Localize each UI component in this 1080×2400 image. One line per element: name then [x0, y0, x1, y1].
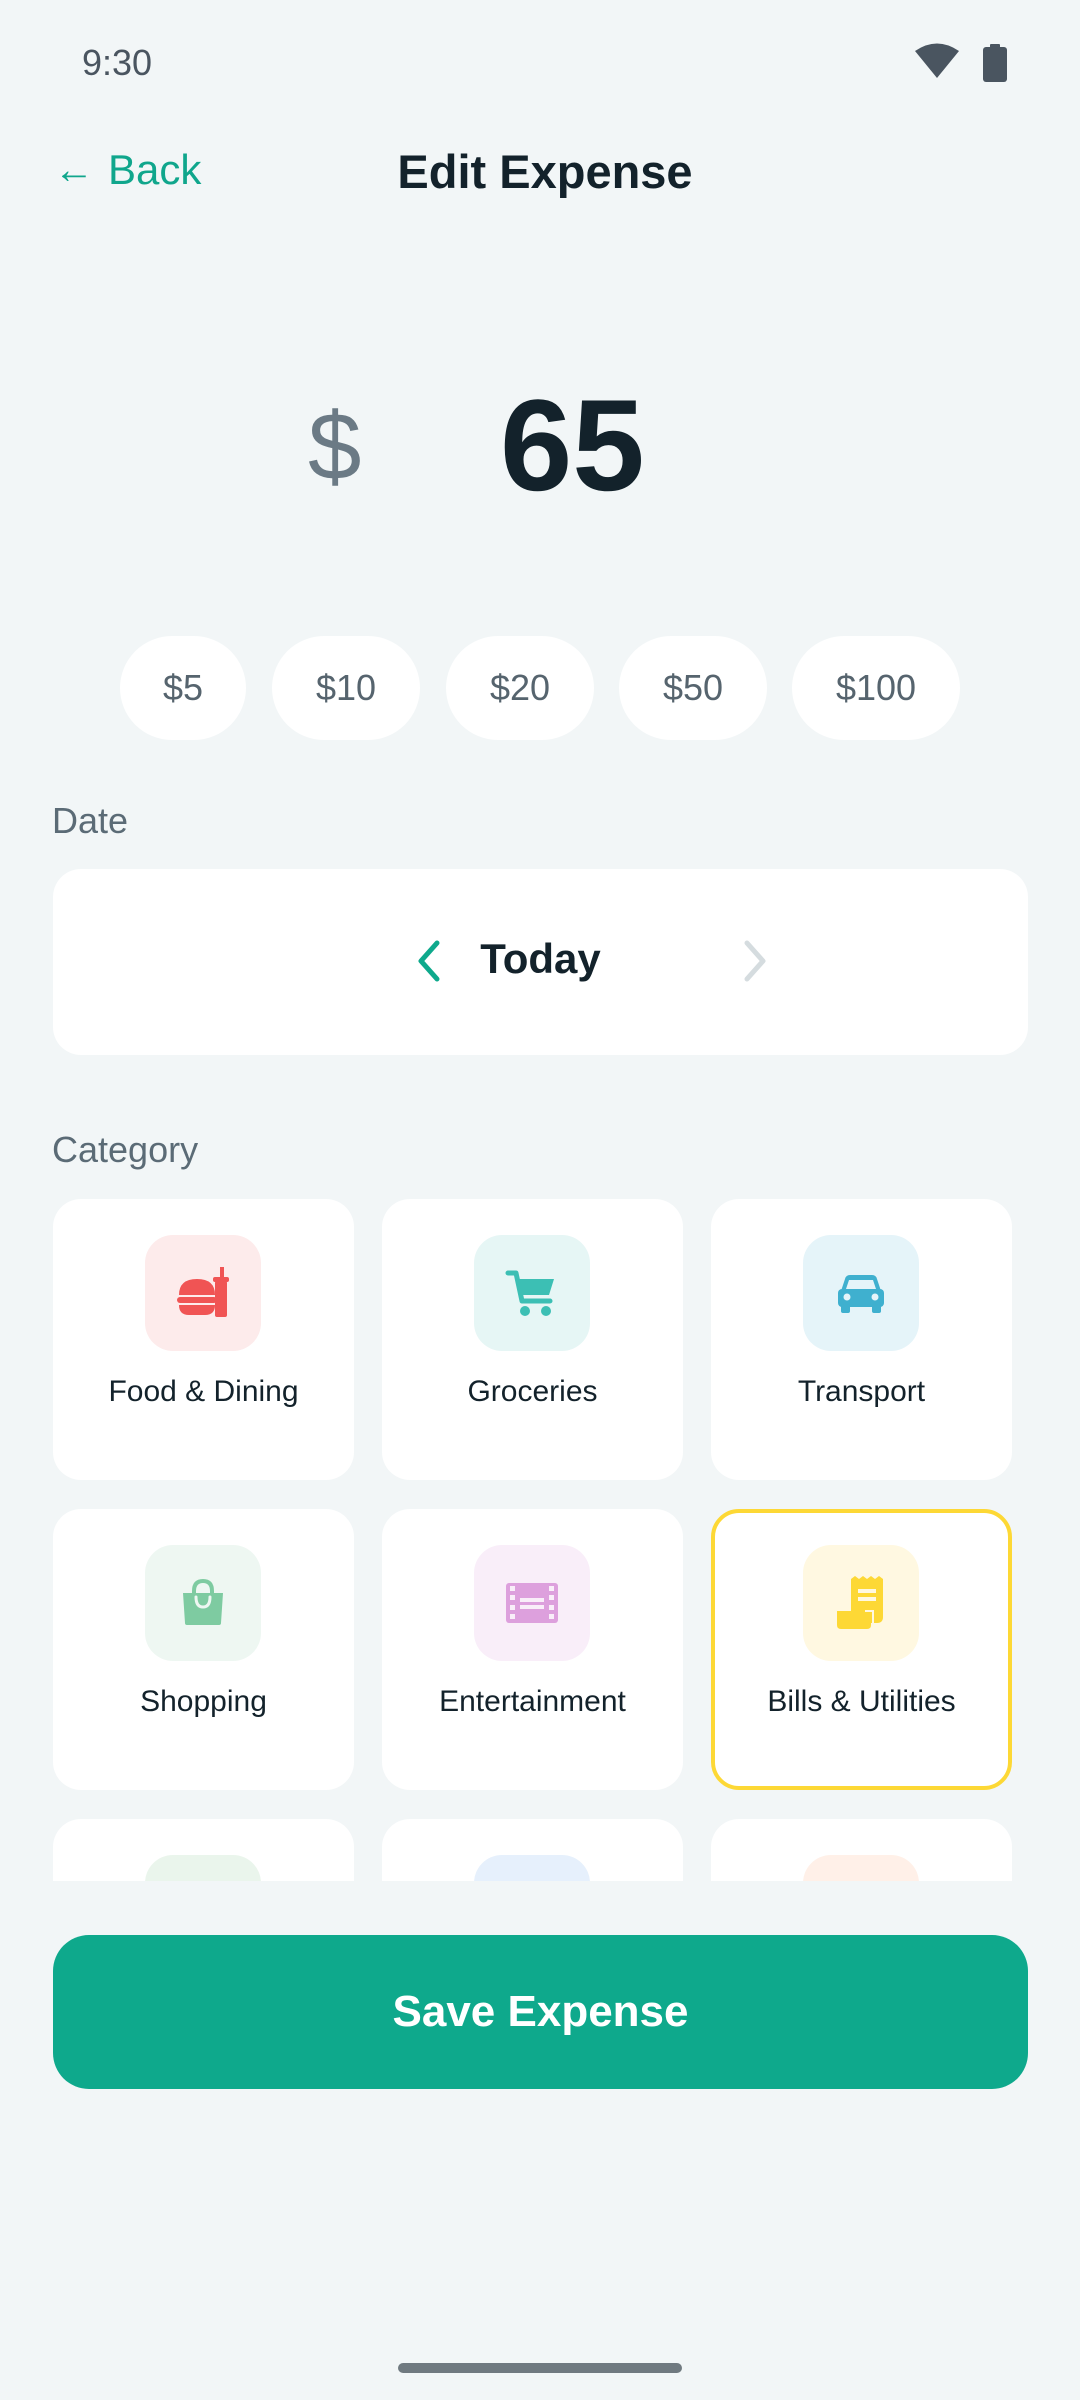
category-label-text: Entertainment	[439, 1685, 626, 1718]
category-icon	[474, 1855, 590, 1881]
category-card-transport[interactable]: Transport	[711, 1199, 1012, 1480]
quick-amounts: $5 $10 $20 $50 $100	[0, 636, 1080, 740]
category-card[interactable]	[711, 1819, 1012, 1881]
cart-icon	[474, 1235, 590, 1351]
quick-amount-chip[interactable]: $10	[272, 636, 420, 740]
category-card[interactable]	[53, 1819, 354, 1881]
status-time: 9:30	[82, 42, 153, 83]
category-card-shopping[interactable]: Shopping	[53, 1509, 354, 1790]
food-icon	[145, 1235, 261, 1351]
category-card-food-dining[interactable]: Food & Dining	[53, 1199, 354, 1480]
quick-amount-chip[interactable]: $5	[120, 636, 246, 740]
header: ← Back Edit Expense	[0, 140, 1080, 210]
category-icon	[803, 1855, 919, 1881]
quick-amount-chip[interactable]: $50	[619, 636, 767, 740]
category-card-groceries[interactable]: Groceries	[382, 1199, 683, 1480]
date-label: Date	[52, 800, 129, 841]
currency-symbol: $	[308, 393, 362, 500]
category-icon	[145, 1855, 261, 1881]
category-card[interactable]	[382, 1819, 683, 1881]
date-value: Today	[480, 935, 601, 982]
category-grid: Food & Dining Groceries Transport Shoppi…	[53, 1199, 1013, 1881]
category-card-entertainment[interactable]: Entertainment	[382, 1509, 683, 1790]
amount-value[interactable]: 65	[500, 370, 645, 520]
category-card-bills-utilities[interactable]: Bills & Utilities	[711, 1509, 1012, 1790]
category-label: Category	[52, 1129, 199, 1170]
status-bar: 9:30	[0, 0, 1080, 126]
save-expense-button[interactable]: Save Expense	[53, 1935, 1028, 2089]
category-label-text: Groceries	[467, 1375, 598, 1408]
category-label-text: Shopping	[140, 1685, 267, 1718]
date-picker: Today	[53, 869, 1028, 1055]
category-label-text: Food & Dining	[108, 1375, 299, 1408]
car-icon	[803, 1235, 919, 1351]
category-label-text: Transport	[797, 1375, 926, 1408]
receipt-icon	[803, 1545, 919, 1661]
film-icon	[474, 1545, 590, 1661]
category-label-text: Bills & Utilities	[767, 1685, 956, 1718]
wifi-icon	[915, 43, 959, 78]
amount-display[interactable]: $ 65	[0, 370, 1080, 520]
page-title: Edit Expense	[397, 145, 693, 198]
quick-amount-chip[interactable]: $100	[792, 636, 960, 740]
shopping-bag-icon	[145, 1545, 261, 1661]
quick-amount-chip[interactable]: $20	[446, 636, 594, 740]
chevron-right-icon[interactable]	[725, 933, 781, 989]
battery-icon	[983, 44, 1007, 82]
home-indicator[interactable]	[398, 2363, 682, 2373]
